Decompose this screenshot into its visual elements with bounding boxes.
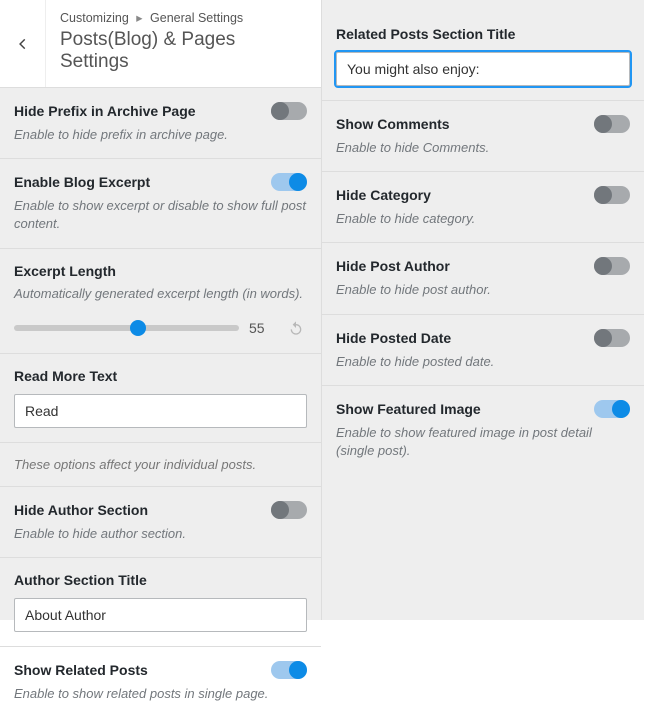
chevron-left-icon bbox=[16, 37, 30, 51]
show-comments-toggle[interactable] bbox=[594, 115, 630, 133]
hide-category-desc: Enable to hide category. bbox=[336, 210, 630, 228]
author-title-label: Author Section Title bbox=[14, 572, 307, 588]
hide-posted-date-desc: Enable to hide posted date. bbox=[336, 353, 630, 371]
featured-image-desc: Enable to show featured image in post de… bbox=[336, 424, 630, 460]
show-comments-desc: Enable to hide Comments. bbox=[336, 139, 630, 157]
related-title-input[interactable] bbox=[336, 52, 630, 86]
show-related-label: Show Related Posts bbox=[14, 662, 148, 678]
hide-prefix-desc: Enable to hide prefix in archive page. bbox=[14, 126, 307, 144]
hide-post-author-toggle[interactable] bbox=[594, 257, 630, 275]
panel-header: Customizing ▸ General Settings Posts(Blo… bbox=[0, 0, 321, 88]
hide-category-toggle[interactable] bbox=[594, 186, 630, 204]
hide-author-desc: Enable to hide author section. bbox=[14, 525, 307, 543]
show-comments-label: Show Comments bbox=[336, 116, 450, 132]
breadcrumb-parent: General Settings bbox=[150, 11, 243, 25]
hide-posted-date-toggle[interactable] bbox=[594, 329, 630, 347]
excerpt-length-label: Excerpt Length bbox=[14, 263, 307, 279]
blog-excerpt-label: Enable Blog Excerpt bbox=[14, 174, 150, 190]
show-related-toggle[interactable] bbox=[271, 661, 307, 679]
featured-image-toggle[interactable] bbox=[594, 400, 630, 418]
related-title-label: Related Posts Section Title bbox=[336, 26, 630, 42]
hide-prefix-toggle[interactable] bbox=[271, 102, 307, 120]
hide-post-author-desc: Enable to hide post author. bbox=[336, 281, 630, 299]
excerpt-length-desc: Automatically generated excerpt length (… bbox=[14, 285, 307, 303]
blog-excerpt-desc: Enable to show excerpt or disable to sho… bbox=[14, 197, 307, 233]
page-title: Posts(Blog) & Pages Settings bbox=[60, 29, 307, 73]
blog-excerpt-toggle[interactable] bbox=[271, 173, 307, 191]
hide-prefix-label: Hide Prefix in Archive Page bbox=[14, 103, 196, 119]
chevron-right-icon: ▸ bbox=[136, 11, 142, 25]
show-related-desc: Enable to show related posts in single p… bbox=[14, 685, 307, 703]
slider-thumb[interactable] bbox=[130, 320, 146, 336]
hide-author-label: Hide Author Section bbox=[14, 502, 148, 518]
individual-posts-help: These options affect your individual pos… bbox=[0, 443, 321, 486]
breadcrumb-root: Customizing bbox=[60, 11, 129, 25]
breadcrumb: Customizing ▸ General Settings bbox=[60, 10, 307, 25]
hide-post-author-label: Hide Post Author bbox=[336, 258, 450, 274]
excerpt-length-value: 55 bbox=[249, 320, 275, 336]
hide-author-toggle[interactable] bbox=[271, 501, 307, 519]
featured-image-label: Show Featured Image bbox=[336, 401, 481, 417]
read-more-input[interactable] bbox=[14, 394, 307, 428]
reset-icon[interactable] bbox=[285, 317, 307, 339]
excerpt-length-slider[interactable] bbox=[14, 325, 239, 331]
hide-category-label: Hide Category bbox=[336, 187, 431, 203]
author-title-input[interactable] bbox=[14, 598, 307, 632]
hide-posted-date-label: Hide Posted Date bbox=[336, 330, 451, 346]
back-button[interactable] bbox=[0, 0, 46, 87]
read-more-label: Read More Text bbox=[14, 368, 307, 384]
